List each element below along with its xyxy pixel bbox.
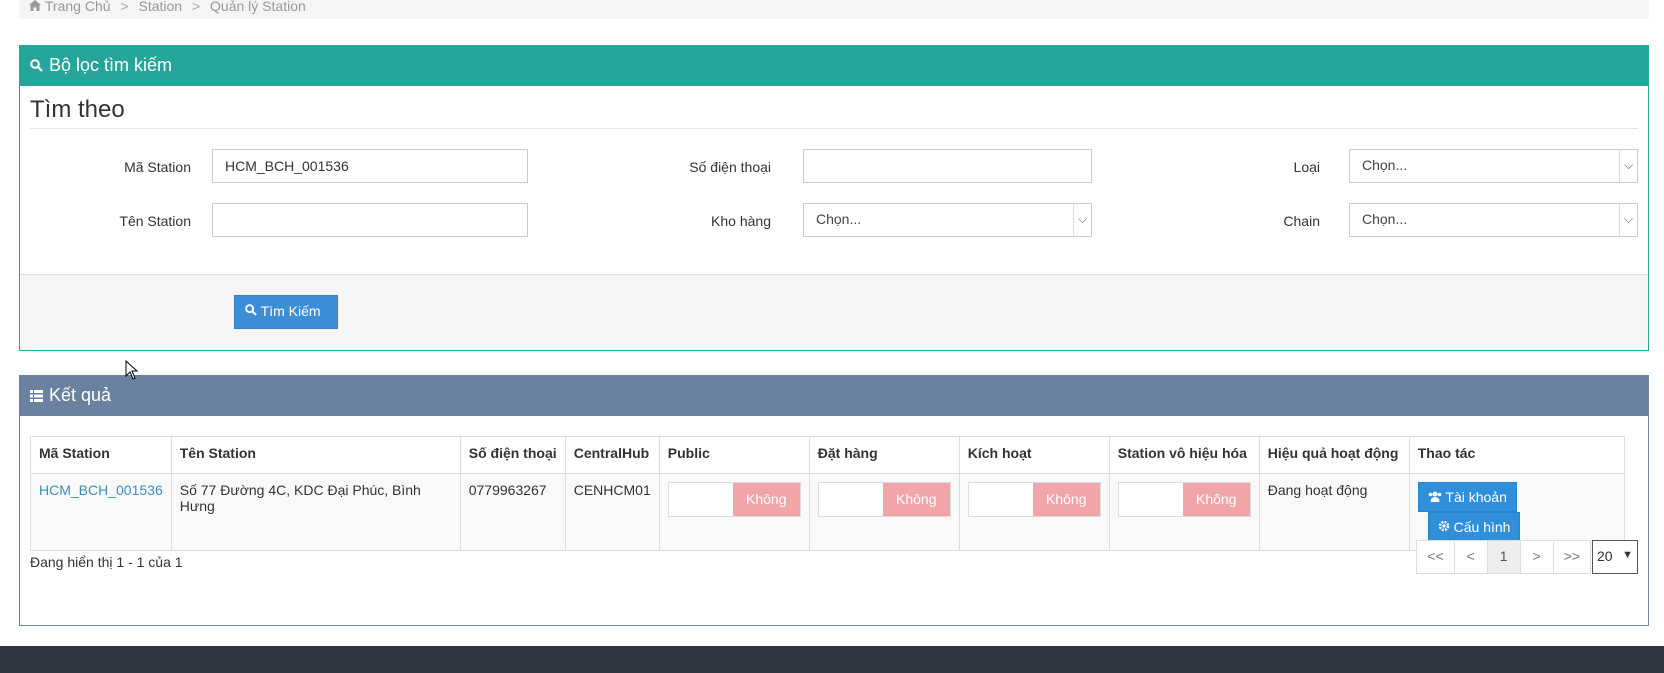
breadcrumb-separator: >	[120, 0, 129, 14]
first-page-button[interactable]: <<	[1416, 540, 1455, 574]
central-hub-cell: CENHCM01	[564, 473, 660, 551]
chevron-down-icon: ⌵	[1619, 150, 1637, 182]
vo-hieu-hoa-cell: Không	[1108, 473, 1260, 551]
users-icon	[1428, 489, 1446, 505]
so-dien-thoai-label: Số điện thoại	[689, 159, 771, 175]
kho-hang-label: Kho hàng	[711, 213, 771, 229]
so-dien-thoai-input[interactable]	[803, 149, 1092, 183]
config-button[interactable]: Cấu hình	[1427, 512, 1521, 542]
list-icon	[30, 386, 46, 407]
station-results-table: Mã Station Tên Station Số điện thoại Cen…	[30, 436, 1625, 551]
thao-tac-cell: Tài khoản Cấu hình	[1408, 473, 1625, 551]
kho-hang-selected-value: Chọn...	[816, 211, 862, 227]
result-panel: Kết quả Mã Station Tên Station Số điện t…	[19, 375, 1649, 626]
public-cell: Không	[658, 473, 810, 551]
column-header[interactable]: Station vô hiệu hóa	[1108, 436, 1260, 474]
column-header[interactable]: Kích hoạt	[958, 436, 1110, 474]
search-icon	[245, 303, 261, 319]
toggle-off-label: Không	[882, 483, 950, 516]
gear-icon	[1438, 519, 1454, 535]
kich-hoat-toggle[interactable]: Không	[967, 482, 1101, 517]
page-size-select[interactable]: 20 ▼	[1592, 540, 1638, 574]
station-code-link[interactable]: HCM_BCH_001536	[39, 482, 163, 498]
column-header: Thao tác	[1408, 436, 1625, 474]
vo-hieu-hoa-toggle[interactable]: Không	[1117, 482, 1251, 517]
toggle-off-label: Không	[1182, 483, 1250, 516]
so-dien-thoai-cell: 0779963267	[459, 473, 566, 551]
column-header[interactable]: CentralHub	[564, 436, 660, 474]
search-button[interactable]: Tìm Kiếm	[234, 295, 338, 329]
ten-station-cell: Số 77 Đường 4C, KDC Đại Phúc, Bình Hưng	[170, 473, 461, 551]
table-header-row: Mã Station Tên Station Số điện thoại Cen…	[30, 436, 1625, 474]
column-header[interactable]: Đặt hàng	[808, 436, 960, 474]
page-size-value: 20	[1597, 548, 1613, 564]
result-panel-heading: Kết quả	[20, 376, 1648, 416]
breadcrumb-item-home[interactable]: Trang Chủ	[45, 0, 111, 14]
config-button-label: Cấu hình	[1453, 519, 1511, 535]
ma-station-label: Mã Station	[124, 159, 191, 175]
public-toggle[interactable]: Không	[667, 482, 801, 517]
toggle-off-label: Không	[1032, 483, 1100, 516]
kho-hang-select[interactable]: Chọn... ⌵	[803, 203, 1092, 237]
column-header[interactable]: Tên Station	[170, 436, 461, 474]
current-page-button[interactable]: 1	[1486, 540, 1521, 574]
dat-hang-cell: Không	[808, 473, 960, 551]
account-button[interactable]: Tài khoản	[1417, 482, 1517, 512]
result-panel-title: Kết quả	[49, 385, 112, 405]
ten-station-label: Tên Station	[119, 213, 191, 229]
loai-label: Loại	[1293, 159, 1320, 175]
breadcrumb-separator: >	[191, 0, 201, 14]
chevron-down-icon: ⌵	[1619, 204, 1637, 236]
loai-select[interactable]: Chọn... ⌵	[1349, 149, 1638, 183]
pagination: << < 1 > >> 20 ▼	[1416, 540, 1638, 574]
breadcrumb-item-current: Quản lý Station	[210, 0, 306, 14]
breadcrumb-item-station[interactable]: Station	[138, 0, 182, 14]
hieu-qua-cell: Đang hoạt động	[1258, 473, 1410, 551]
filter-panel-title: Bộ lọc tìm kiếm	[49, 55, 173, 75]
page-footer	[0, 646, 1664, 673]
ma-station-cell: HCM_BCH_001536	[30, 473, 172, 551]
chain-selected-value: Chọn...	[1362, 211, 1408, 227]
filter-panel-heading: Bộ lọc tìm kiếm	[20, 46, 1648, 86]
ma-station-input[interactable]	[212, 149, 528, 183]
kich-hoat-cell: Không	[958, 473, 1110, 551]
home-icon	[29, 0, 41, 14]
chevron-down-icon: ⌵	[1073, 204, 1091, 236]
last-page-button[interactable]: >>	[1552, 540, 1591, 574]
toggle-off-label: Không	[732, 483, 800, 516]
column-header[interactable]: Public	[658, 436, 810, 474]
showing-count-text: Đang hiển thị 1 - 1 của 1	[30, 554, 183, 570]
column-header[interactable]: Mã Station	[30, 436, 172, 474]
chevron-down-icon: ▼	[1622, 549, 1633, 561]
table-row: HCM_BCH_001536 Số 77 Đường 4C, KDC Đại P…	[30, 473, 1625, 551]
loai-selected-value: Chọn...	[1362, 157, 1408, 173]
filter-panel-footer: Tìm Kiếm	[20, 274, 1648, 350]
next-page-button[interactable]: >	[1519, 540, 1554, 574]
search-filter-panel: Bộ lọc tìm kiếm Tìm theo Mã Station Tên …	[19, 45, 1649, 351]
column-header[interactable]: Số điện thoại	[459, 436, 566, 474]
search-icon	[30, 56, 46, 77]
breadcrumb: Trang Chủ > Station > Quản lý Station	[19, 0, 1649, 19]
mouse-cursor-icon	[125, 359, 139, 380]
prev-page-button[interactable]: <	[1453, 540, 1488, 574]
chain-select[interactable]: Chọn... ⌵	[1349, 203, 1638, 237]
dat-hang-toggle[interactable]: Không	[817, 482, 951, 517]
column-header[interactable]: Hiệu quả hoạt động	[1258, 436, 1410, 474]
chain-label: Chain	[1283, 213, 1320, 229]
account-button-label: Tài khoản	[1445, 489, 1507, 505]
search-button-label: Tìm Kiếm	[260, 303, 321, 319]
filter-legend: Tìm theo	[30, 96, 1638, 129]
ten-station-input[interactable]	[212, 203, 528, 237]
